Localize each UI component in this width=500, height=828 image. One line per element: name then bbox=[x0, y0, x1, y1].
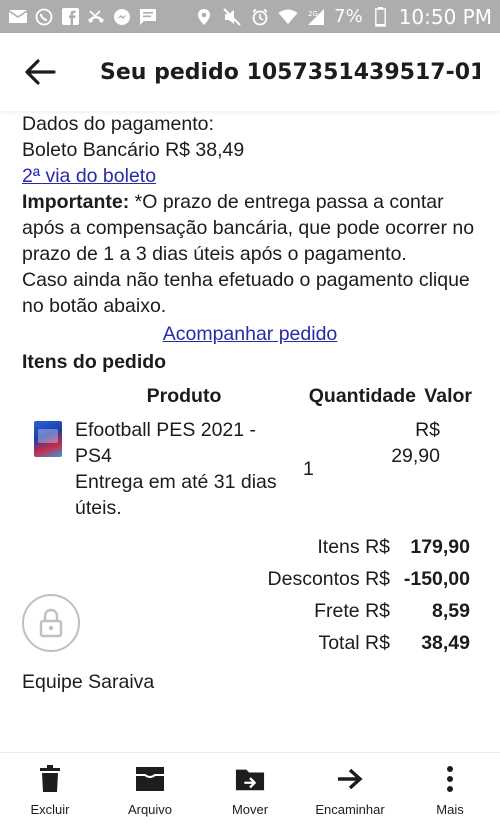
notification-icons bbox=[8, 8, 158, 26]
product-thumbnail[interactable] bbox=[34, 421, 62, 457]
bottom-action-bar: Excluir Arquivo Mover Encaminhar Mais bbox=[0, 752, 500, 828]
app-bar: Seu pedido 1057351439517-01 f... bbox=[0, 33, 500, 111]
battery-icon bbox=[371, 6, 391, 27]
product-name: Efootball PES 2021 - PS4 bbox=[75, 419, 257, 467]
product-quantity: 1 bbox=[303, 458, 314, 480]
more-vert-icon bbox=[435, 764, 465, 794]
location-icon bbox=[194, 8, 214, 26]
facebook-icon bbox=[60, 8, 80, 26]
missed-call-icon bbox=[86, 8, 106, 26]
discount-label: Descontos R$ bbox=[267, 568, 390, 590]
signal-icon: 2G bbox=[306, 8, 326, 26]
header-value: Valor bbox=[424, 385, 472, 407]
wifi-icon bbox=[278, 8, 298, 26]
grand-total-value: 38,49 bbox=[421, 632, 470, 654]
archive-button[interactable]: Arquivo bbox=[100, 753, 200, 828]
shipping-label: Frete R$ bbox=[314, 600, 390, 622]
move-button[interactable]: Mover bbox=[200, 753, 300, 828]
totals-discount-row: Descontos R$ -150,00 bbox=[22, 563, 470, 595]
items-title: Itens do pedido bbox=[22, 351, 167, 373]
items-total-value: 179,90 bbox=[410, 536, 470, 558]
system-status: 2G 7% 10:50 PM bbox=[194, 5, 492, 29]
totals-total-row: Total R$ 38,49 bbox=[22, 627, 470, 659]
more-button[interactable]: Mais bbox=[400, 753, 500, 828]
forward-button[interactable]: Encaminhar bbox=[300, 753, 400, 828]
payment-method: Boleto Bancário R$ 38,49 bbox=[22, 139, 245, 161]
forward-label: Encaminhar bbox=[315, 802, 385, 817]
trash-icon bbox=[35, 764, 65, 794]
pending-payment-text: Caso ainda não tenha efetuado o pagament… bbox=[22, 269, 470, 317]
boleto-link[interactable]: 2ª via do boleto bbox=[22, 165, 156, 187]
status-bar: 2G 7% 10:50 PM bbox=[0, 0, 500, 33]
items-table-header: Produto Quantidade Valor bbox=[22, 381, 484, 411]
network-type: 2G bbox=[308, 10, 318, 18]
move-label: Mover bbox=[231, 802, 269, 817]
shipping-value: 8,59 bbox=[432, 600, 470, 622]
message-icon bbox=[138, 8, 158, 26]
track-order-link[interactable]: Acompanhar pedido bbox=[163, 323, 338, 345]
table-row: Efootball PES 2021 - PS4 Entrega em até … bbox=[22, 417, 484, 521]
clock: 10:50 PM bbox=[398, 4, 492, 29]
lock-icon bbox=[39, 608, 63, 638]
product-value: R$ 29,90 bbox=[391, 419, 440, 467]
delete-button[interactable]: Excluir bbox=[0, 753, 100, 828]
delete-label: Excluir bbox=[30, 802, 70, 817]
header-product: Produto bbox=[146, 385, 222, 407]
messenger-icon bbox=[112, 8, 132, 26]
mute-icon bbox=[222, 7, 242, 26]
forward-arrow-icon bbox=[335, 764, 365, 794]
signoff: Equipe Saraiva bbox=[22, 671, 155, 693]
secure-lock-button[interactable] bbox=[22, 594, 80, 652]
battery-percent: 7% bbox=[334, 6, 363, 27]
grand-total-label: Total R$ bbox=[318, 632, 390, 654]
whatsapp-icon bbox=[34, 8, 54, 26]
archive-icon bbox=[135, 764, 165, 794]
items-total-label: Itens R$ bbox=[317, 536, 390, 558]
totals-shipping-row: Frete R$ 8,59 bbox=[22, 595, 470, 627]
important-label: Importante: bbox=[22, 191, 130, 213]
product-delivery: Entrega em até 31 dias úteis. bbox=[75, 471, 277, 519]
product-info: Efootball PES 2021 - PS4 Entrega em até … bbox=[75, 417, 295, 521]
alarm-icon bbox=[250, 8, 270, 26]
move-folder-icon bbox=[235, 764, 265, 794]
more-label: Mais bbox=[436, 802, 464, 817]
header-quantity: Quantidade bbox=[308, 385, 416, 407]
mail-icon bbox=[8, 8, 28, 26]
email-body[interactable]: Dados do pagamento: Boleto Bancário R$ 3… bbox=[0, 111, 500, 759]
archive-label: Arquivo bbox=[127, 802, 173, 817]
order-totals: Itens R$ 179,90 Descontos R$ -150,00 Fre… bbox=[22, 531, 484, 659]
back-button[interactable] bbox=[0, 33, 80, 111]
discount-value: -150,00 bbox=[403, 568, 470, 590]
payment-heading: Dados do pagamento: bbox=[22, 113, 214, 135]
important-notice: Importante: *O prazo de entrega passa a … bbox=[22, 189, 484, 267]
email-subject: Seu pedido 1057351439517-01 f... bbox=[100, 59, 480, 85]
arrow-back-icon bbox=[25, 59, 56, 85]
totals-items-row: Itens R$ 179,90 bbox=[22, 531, 470, 563]
